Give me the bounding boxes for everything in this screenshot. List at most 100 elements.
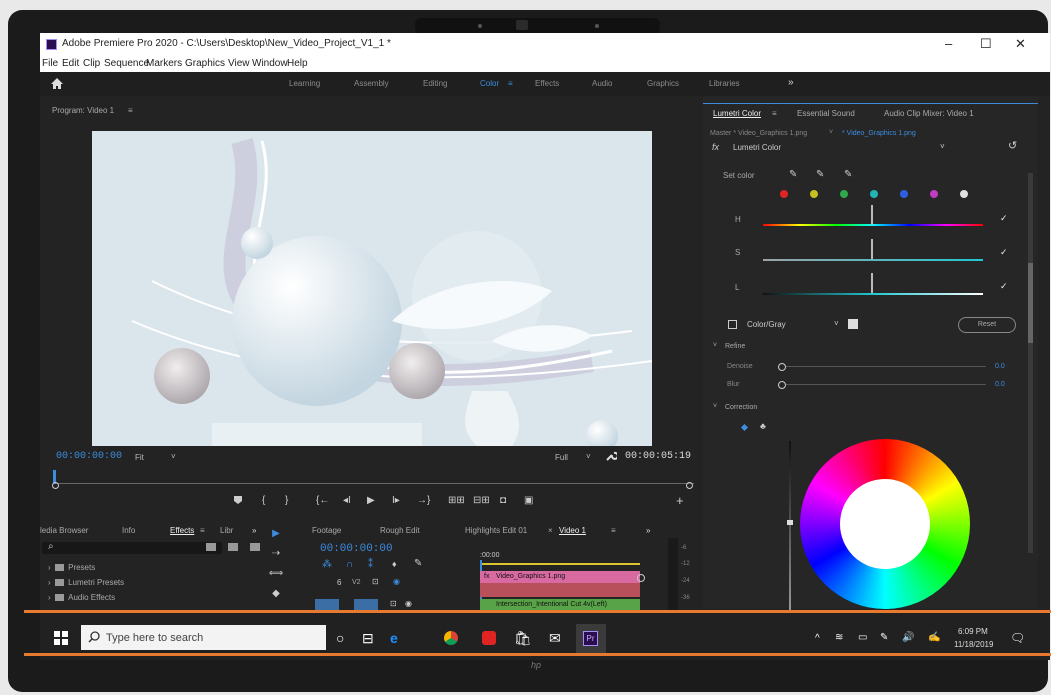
effects-search-input[interactable] [42,542,222,554]
chrome-browser-icon[interactable] [444,631,458,645]
tab-highlights-edit[interactable]: Highlights Edit 01 [465,526,527,535]
color-swatch-red[interactable] [780,190,788,198]
cortana-icon[interactable]: ○ [336,630,344,646]
tray-network-icon[interactable]: ≋ [835,632,843,643]
go-to-in-icon[interactable]: {← [316,495,329,506]
three-wheel-mode-icon[interactable]: ♣ [760,421,766,431]
lumetri-scrollbar-thumb[interactable] [1028,263,1033,343]
workspace-color-menu-icon[interactable]: ≡ [508,79,513,88]
track-select-tool-icon[interactable]: ⇢ [268,548,284,562]
saturation-slider-handle[interactable] [871,239,873,259]
clip-keyframe-handle[interactable] [637,574,645,582]
luminance-slider[interactable] [763,293,983,295]
eyedropper-add-icon[interactable]: ✎ [816,169,824,180]
scrub-bar[interactable] [54,477,694,484]
reset-effect-icon[interactable]: ↺ [1008,139,1017,152]
reset-button[interactable]: Reset [958,317,1016,333]
color-gray-dropdown[interactable]: Color/Gray [747,320,786,329]
color-swatch-magenta[interactable] [930,190,938,198]
fit-dropdown[interactable]: Fit [135,453,144,462]
store-icon[interactable]: 🛍 [514,630,532,647]
color-gray-chevron-icon[interactable]: ˅ [834,319,839,328]
menu-sequence[interactable]: Sequence [104,58,149,69]
step-forward-icon[interactable]: I▸ [392,495,400,506]
luminance-slider-handle[interactable] [871,273,873,293]
track-v1-eye-icon[interactable]: ◉ [405,599,412,608]
razor-tool-icon[interactable]: ◆ [268,588,284,602]
notification-center-icon[interactable]: 🗨 [1010,631,1025,645]
tab-lumetri-menu-icon[interactable]: ≡ [772,109,777,118]
mark-out-icon[interactable]: } [285,495,288,506]
tree-item-presets[interactable]: › Presets [48,563,95,572]
correction-chevron-icon[interactable]: ˅ [713,403,717,410]
clip-video-graphics[interactable]: fx Video_Graphics 1.png [480,571,640,583]
denoise-slider-handle[interactable] [778,363,786,371]
color-swatch-blue[interactable] [900,190,908,198]
new-preset-bin-icon[interactable] [206,543,216,551]
tray-battery-icon[interactable]: ▭ [858,632,867,643]
edge-browser-icon[interactable]: e [390,630,398,646]
tab-video-1-close-icon[interactable]: × [548,526,553,535]
yuv-effects-icon[interactable] [250,543,260,551]
minimize-button[interactable]: – [945,36,952,51]
comparison-view-icon[interactable]: ▣ [524,495,533,506]
wheel-luminance-slider[interactable] [789,441,791,611]
office-app-icon[interactable] [482,631,496,645]
refine-chevron-icon[interactable]: ˅ [713,342,717,349]
timeline-timecode[interactable]: 00:00:00:00 [320,543,393,555]
tab-audio-clip-mixer[interactable]: Audio Clip Mixer: Video 1 [884,109,974,118]
workspace-effects[interactable]: Effects [535,79,559,88]
tray-chevron-up-icon[interactable]: ^ [815,633,820,644]
eyedropper-icon[interactable]: ✎ [789,169,797,180]
premiere-taskbar-icon[interactable]: Pr [583,631,598,646]
denoise-value[interactable]: 0.0 [995,363,1005,370]
menu-window[interactable]: Window [252,58,288,69]
tab-video-1[interactable]: Video 1 [559,526,586,535]
menu-edit[interactable]: Edit [62,58,79,69]
master-clip-label[interactable]: Master * Video_Graphics 1.png [710,130,807,137]
timeline-settings-wrench-icon[interactable]: ✎ [414,558,422,569]
track-v1-output-icon[interactable]: ⊡ [390,599,397,608]
hue-enable-checkbox[interactable]: ✓ [1000,213,1008,224]
toggle-track-icon[interactable]: ◉ [393,577,400,586]
color-wheel-center[interactable] [840,479,930,569]
menu-clip[interactable]: Clip [83,58,100,69]
marker-icon[interactable] [233,495,243,505]
tree-item-lumetri-presets[interactable]: › Lumetri Presets [48,578,124,587]
fx-dropdown-chevron-icon[interactable]: ˅ [940,142,945,151]
tab-effects-menu-icon[interactable]: ≡ [200,526,205,535]
tray-pen-icon[interactable]: ✎ [880,632,888,643]
workspace-editing[interactable]: Editing [423,79,447,88]
lock-track-icon[interactable]: 6 [337,578,341,587]
program-monitor-menu-icon[interactable]: ≡ [128,106,133,115]
saturation-enable-checkbox[interactable]: ✓ [1000,247,1008,258]
add-marker-icon[interactable]: ♦ [392,559,397,569]
step-back-icon[interactable]: ◂I [343,495,351,506]
tray-volume-icon[interactable]: 🔊 [902,632,914,643]
program-current-timecode[interactable]: 00:00:00:00 [56,451,122,462]
track-output-icon[interactable]: ⊡ [372,577,379,586]
tab-video-1-menu-icon[interactable]: ≡ [611,526,616,535]
timeline-more-icon[interactable]: » [646,526,650,535]
show-mask-icon[interactable] [848,319,858,329]
fx-effect-name[interactable]: Lumetri Color [733,143,781,152]
blur-slider[interactable] [786,384,986,385]
lift-icon[interactable]: ⊞⊞ [448,495,465,506]
workspace-more[interactable]: » [788,77,794,88]
task-view-icon[interactable]: ⊟ [362,630,374,647]
luminance-enable-checkbox[interactable]: ✓ [1000,281,1008,292]
tab-effects[interactable]: Effects [170,526,194,535]
menu-help[interactable]: Help [287,58,308,69]
tab-libraries[interactable]: Libr [220,526,233,535]
color-swatch-cyan[interactable] [870,190,878,198]
linked-selection-icon[interactable]: ⁑ [368,559,373,570]
menu-markers[interactable]: Markers [146,58,182,69]
mark-in-icon[interactable]: { [262,495,265,506]
extract-icon[interactable]: ⊟⊞ [473,495,490,506]
panel-more-icon[interactable]: » [252,526,256,535]
workspace-assembly[interactable]: Assembly [354,79,389,88]
clock-time[interactable]: 6:09 PM [958,627,988,636]
color-gray-checkbox[interactable] [728,320,737,329]
workspace-color[interactable]: Color [480,79,499,88]
correction-section-header[interactable]: Correction [725,404,757,411]
